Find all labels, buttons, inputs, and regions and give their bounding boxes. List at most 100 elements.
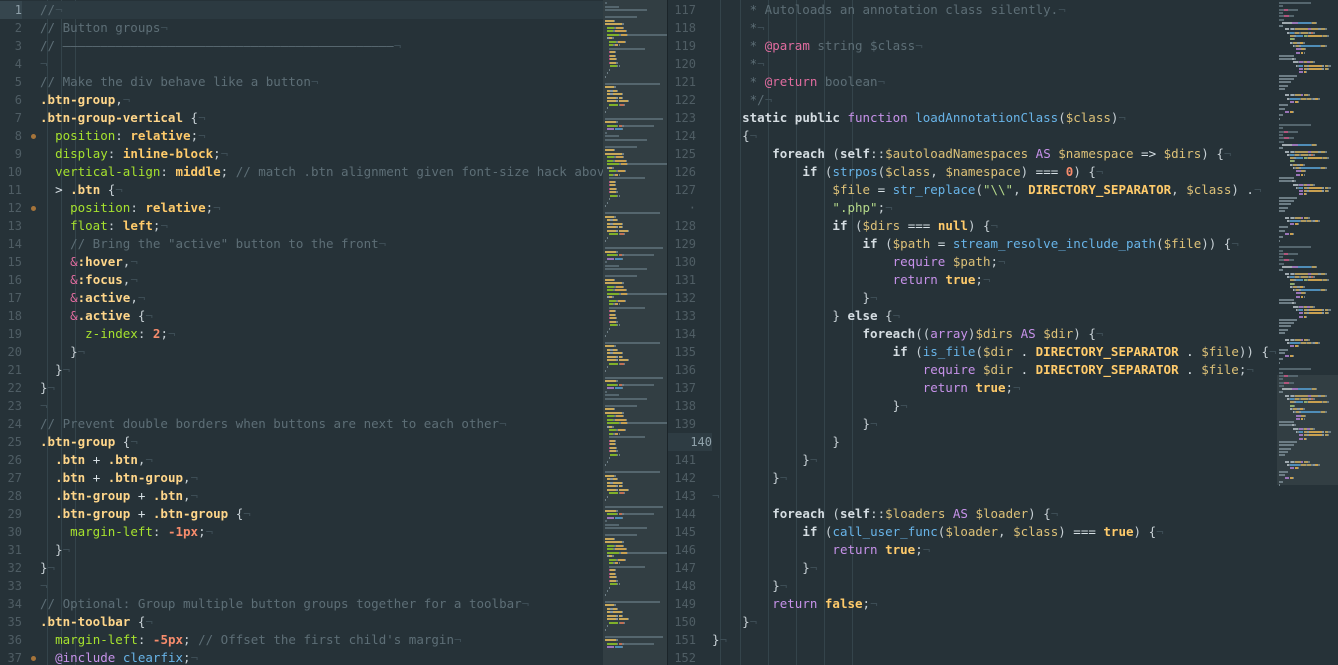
code-line[interactable]: 119 * @param string $class¬ xyxy=(668,37,1276,55)
code-line[interactable]: 125 foreach (self::$autoloadNamespaces A… xyxy=(668,145,1276,163)
code-line[interactable]: 128 if ($dirs === null) {¬ xyxy=(668,217,1276,235)
code-line[interactable]: 37 @include clearfix;¬ xyxy=(0,649,603,665)
code-line[interactable]: 25 .btn-group {¬ xyxy=(0,433,603,451)
code-line[interactable]: 27 .btn + .btn-group,¬ xyxy=(0,469,603,487)
code-line[interactable]: 2 // Button groups¬ xyxy=(0,19,603,37)
code-line[interactable]: 22}¬ xyxy=(0,379,603,397)
code-line[interactable]: 120 *¬ xyxy=(668,55,1276,73)
editor-pane-left[interactable]: 1//¬ 2// Button groups¬ 3// ——————————————… xyxy=(0,0,603,665)
code-token: , xyxy=(1013,182,1029,197)
code-line[interactable]: 13 float: left;¬ xyxy=(0,217,603,235)
minimap-right[interactable] xyxy=(1277,0,1338,665)
code-line[interactable]: 140 } xyxy=(668,433,1276,451)
code-line[interactable]: 7 .btn-group-vertical {¬ xyxy=(0,109,603,127)
code-line[interactable]: 8 position: relative;¬ xyxy=(0,127,603,145)
minimap-line xyxy=(605,282,623,284)
line-number: 152 xyxy=(674,651,696,665)
code-line[interactable]: 4 ¬ xyxy=(0,55,603,73)
code-line[interactable]: · ".php";¬ xyxy=(668,199,1276,217)
code-line[interactable]: 34 // Optional: Group multiple button gro… xyxy=(0,595,603,613)
code-token: .btn-group xyxy=(40,434,116,449)
minimap-left[interactable] xyxy=(603,0,668,665)
code-line[interactable]: 136 require $dir . DIRECTORY_SEPARATOR .… xyxy=(668,361,1276,379)
minimap-viewport[interactable] xyxy=(1277,375,1338,485)
editor-pane-right[interactable]: 117 * Autoloads an annotation class sile… xyxy=(668,0,1276,665)
code-line[interactable]: 32}¬ xyxy=(0,559,603,577)
code-line[interactable]: 30 margin-left: -1px;¬ xyxy=(0,523,603,541)
code-line[interactable]: 152 xyxy=(668,649,1276,665)
code-line[interactable]: 132 }¬ xyxy=(668,289,1276,307)
code-line[interactable]: 16 &:focus,¬ xyxy=(0,271,603,289)
code-line[interactable]: 151}¬ xyxy=(668,631,1276,649)
code-line[interactable]: 21 }¬ xyxy=(0,361,603,379)
code-line[interactable]: 14 // Bring the "active" button to the f… xyxy=(0,235,603,253)
code-line[interactable]: 134 foreach((array)$dirs AS $dir) {¬ xyxy=(668,325,1276,343)
code-line[interactable]: 24 // Prevent double borders when buttons… xyxy=(0,415,603,433)
code-line[interactable]: 31 }¬ xyxy=(0,541,603,559)
code-line[interactable]: 123 static public function loadAnnotatio… xyxy=(668,109,1276,127)
line-number: 34 xyxy=(7,597,22,611)
code-line[interactable]: 121 * @return boolean¬ xyxy=(668,73,1276,91)
code-line[interactable]: 131 return true;¬ xyxy=(668,271,1276,289)
code-line[interactable]: 148 }¬ xyxy=(668,577,1276,595)
code-line[interactable]: 147 }¬ xyxy=(668,559,1276,577)
code-line[interactable]: 36 margin-left: -5px; // Offset the firs… xyxy=(0,631,603,649)
minimap-line xyxy=(1279,473,1286,476)
minimap-line xyxy=(622,411,624,414)
code-line[interactable]: 129 if ($path = stream_resolve_include_p… xyxy=(668,235,1276,253)
code-line[interactable]: 17 &:active,¬ xyxy=(0,289,603,307)
code-line[interactable]: 127 $file = str_replace("\\", DIRECTORY_… xyxy=(668,181,1276,199)
code-line[interactable]: 143 ¬ xyxy=(668,487,1276,505)
code-line[interactable]: 29 .btn-group + .btn-group {¬ xyxy=(0,505,603,523)
minimap-line xyxy=(605,117,663,120)
code-line[interactable]: 10 vertical-align: middle; // match .btn… xyxy=(0,163,603,181)
code-line[interactable]: 138 }¬ xyxy=(668,397,1276,415)
code-line[interactable]: 150 }¬ xyxy=(668,613,1276,631)
code-line[interactable]: 23 ¬ xyxy=(0,397,603,415)
code-line[interactable]: 28 .btn-group + .btn,¬ xyxy=(0,487,603,505)
line-number: 132 xyxy=(674,291,696,305)
code-line[interactable]: 1//¬ xyxy=(0,1,603,19)
code-line[interactable]: 145 if (call_user_func($loader, $class) … xyxy=(668,523,1276,541)
code-line[interactable]: 6 .btn-group,¬ xyxy=(0,91,603,109)
code-line[interactable]: 35 .btn-toolbar {¬ xyxy=(0,613,603,631)
minimap-line xyxy=(1328,308,1331,311)
code-line[interactable]: 9 display: inline-block;¬ xyxy=(0,145,603,163)
code-text: foreach((array)$dirs AS $dir) {¬ xyxy=(712,325,1104,343)
code-line[interactable]: 20 }¬ xyxy=(0,343,603,361)
code-token: foreach xyxy=(862,326,916,341)
code-token: true xyxy=(945,272,976,287)
code-line[interactable]: 11 > .btn {¬ xyxy=(0,181,603,199)
code-line[interactable]: 15 &:hover,¬ xyxy=(0,253,603,271)
code-line[interactable]: 124 {¬ xyxy=(668,127,1276,145)
code-line[interactable]: 18 &.active {¬ xyxy=(0,307,603,325)
code-line[interactable]: 33 ¬ xyxy=(0,577,603,595)
line-number: 122 xyxy=(674,93,696,107)
code-line[interactable]: 146 return true;¬ xyxy=(668,541,1276,559)
code-line[interactable]: 26 .btn + .btn,¬ xyxy=(0,451,603,469)
code-text: float: left;¬ xyxy=(40,217,168,235)
code-line[interactable]: 118 *¬ xyxy=(668,19,1276,37)
code-line[interactable]: 137 return true;¬ xyxy=(668,379,1276,397)
code-line[interactable]: 139 }¬ xyxy=(668,415,1276,433)
code-line[interactable]: 141 }¬ xyxy=(668,451,1276,469)
minimap-line xyxy=(1281,21,1292,24)
code-line[interactable]: 130 require $path;¬ xyxy=(668,253,1276,271)
code-line[interactable]: 5 // Make the div behave like a button¬ xyxy=(0,73,603,91)
minimap-line xyxy=(1301,167,1321,169)
code-line[interactable]: 3 // ————————————————————————————————————… xyxy=(0,37,603,55)
code-line[interactable]: 142 }¬ xyxy=(668,469,1276,487)
code-line[interactable]: 12 position: relative;¬ xyxy=(0,199,603,217)
code-token: $dirs xyxy=(975,326,1014,341)
code-text: return true;¬ xyxy=(712,541,930,559)
code-line[interactable]: 126 if (strpos($class, $namespace) === 0… xyxy=(668,163,1276,181)
code-line[interactable]: 117 * Autoloads an annotation class sile… xyxy=(668,1,1276,19)
minimap-line xyxy=(1294,38,1296,41)
code-line[interactable]: 149 return false;¬ xyxy=(668,595,1276,613)
code-line[interactable]: 144 foreach (self::$loaders AS $loader) … xyxy=(668,505,1276,523)
code-line[interactable]: 122 */¬ xyxy=(668,91,1276,109)
code-line[interactable]: 19 z-index: 2;¬ xyxy=(0,325,603,343)
code-line[interactable]: 133 } else {¬ xyxy=(668,307,1276,325)
code-line[interactable]: 135 if (is_file($dir . DIRECTORY_SEPARAT… xyxy=(668,343,1276,361)
